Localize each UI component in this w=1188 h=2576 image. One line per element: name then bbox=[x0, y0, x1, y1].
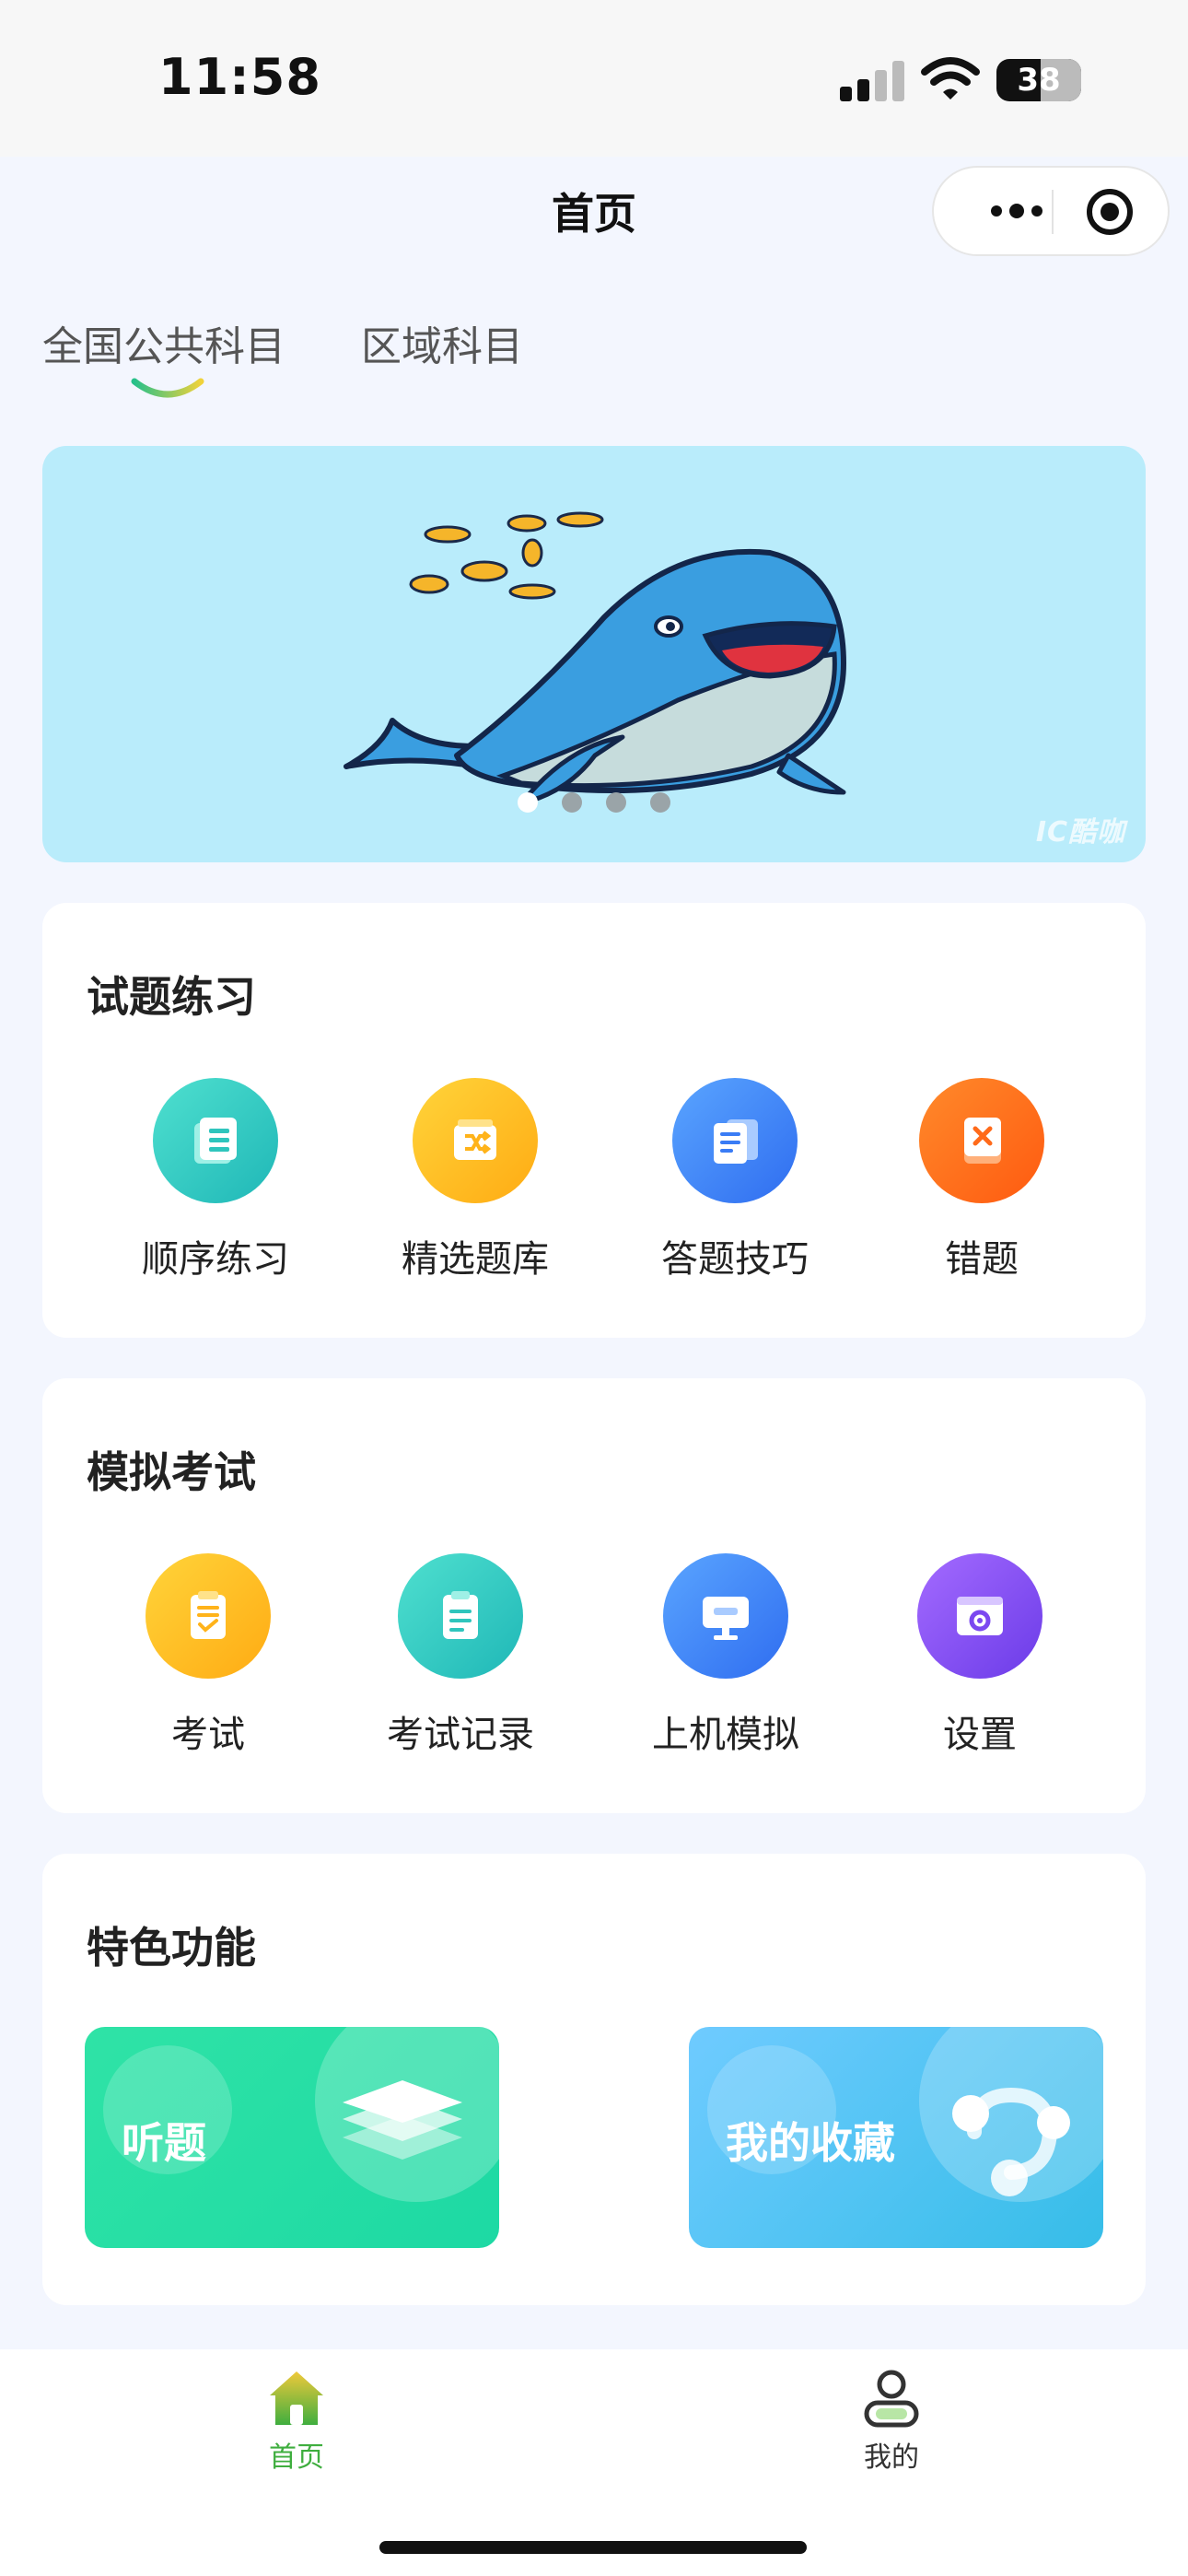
exam-button[interactable]: 考试 bbox=[107, 1553, 309, 1758]
selected-questions-label: 精选题库 bbox=[402, 1238, 549, 1281]
wrong-questions-button[interactable]: 错题 bbox=[880, 1078, 1083, 1282]
tabbar-profile-label: 我的 bbox=[864, 2441, 919, 2474]
answer-tips-button[interactable]: 答题技巧 bbox=[634, 1078, 836, 1282]
practice-card: 试题练习 顺序练习 精选题库 答题技巧 错题 bbox=[42, 903, 1146, 1338]
tabbar-profile[interactable]: 我的 bbox=[818, 2366, 965, 2475]
practice-title: 试题练习 bbox=[87, 972, 256, 1022]
mini-program-capsule bbox=[932, 166, 1170, 256]
monitor-icon bbox=[663, 1553, 788, 1679]
listen-questions-button[interactable]: 听题 bbox=[85, 2027, 499, 2248]
profile-icon bbox=[864, 2370, 919, 2428]
mock-exam-card: 模拟考试 考试 考试记录 上机模拟 设置 bbox=[42, 1378, 1146, 1813]
banner-dot[interactable] bbox=[518, 792, 538, 813]
tab-regional-subjects[interactable]: 区域科目 bbox=[361, 313, 523, 372]
tab-active-indicator bbox=[131, 378, 204, 398]
settings-window-icon bbox=[917, 1553, 1042, 1679]
share-network-icon bbox=[952, 2087, 1070, 2196]
shuffle-icon bbox=[413, 1078, 538, 1203]
settings-label: 设置 bbox=[943, 1714, 1017, 1756]
status-bar: 11:58 38 bbox=[0, 0, 1188, 157]
status-time: 11:58 bbox=[158, 48, 321, 106]
clipboard-icon bbox=[398, 1553, 523, 1679]
battery-icon: 38 bbox=[996, 59, 1081, 101]
tabbar-home[interactable]: 首页 bbox=[223, 2366, 370, 2475]
answer-tips-label: 答题技巧 bbox=[661, 1238, 809, 1281]
tab-national-subjects[interactable]: 全国公共科目 bbox=[42, 313, 285, 372]
layers-icon bbox=[343, 2080, 462, 2160]
tabbar-home-label: 首页 bbox=[269, 2441, 324, 2474]
whale-illustration bbox=[344, 511, 846, 806]
exam-records-label: 考试记录 bbox=[387, 1714, 534, 1756]
banner-dot[interactable] bbox=[606, 792, 626, 813]
list-book-icon bbox=[153, 1078, 278, 1203]
exam-label: 考试 bbox=[171, 1714, 245, 1756]
computer-simulation-label: 上机模拟 bbox=[652, 1714, 799, 1756]
my-favorites-button[interactable]: 我的收藏 bbox=[689, 2027, 1103, 2248]
exam-paper-icon bbox=[146, 1553, 271, 1679]
banner-watermark: IC酷咖 bbox=[1035, 816, 1125, 849]
home-icon bbox=[270, 2371, 323, 2425]
home-indicator[interactable] bbox=[379, 2541, 807, 2554]
mock-exam-title: 模拟考试 bbox=[87, 1447, 256, 1497]
my-favorites-label: 我的收藏 bbox=[726, 2118, 895, 2168]
cellular-signal-icon bbox=[840, 61, 904, 101]
banner-pagination[interactable] bbox=[42, 792, 1146, 813]
target-icon[interactable] bbox=[1087, 189, 1133, 235]
selected-questions-button[interactable]: 精选题库 bbox=[374, 1078, 577, 1282]
capsule-divider bbox=[1052, 190, 1054, 234]
wifi-icon bbox=[921, 57, 980, 100]
features-title: 特色功能 bbox=[87, 1923, 256, 1973]
banner-carousel[interactable]: IC酷咖 bbox=[42, 446, 1146, 862]
computer-simulation-button[interactable]: 上机模拟 bbox=[624, 1553, 827, 1758]
sequential-practice-button[interactable]: 顺序练习 bbox=[114, 1078, 317, 1282]
banner-dot[interactable] bbox=[650, 792, 670, 813]
document-icon bbox=[672, 1078, 798, 1203]
exam-records-button[interactable]: 考试记录 bbox=[359, 1553, 562, 1758]
wrong-book-icon bbox=[919, 1078, 1044, 1203]
battery-level: 38 bbox=[1017, 62, 1061, 99]
settings-button[interactable]: 设置 bbox=[879, 1553, 1081, 1758]
more-dots-icon[interactable] bbox=[971, 168, 1063, 254]
sequential-practice-label: 顺序练习 bbox=[142, 1238, 289, 1281]
wrong-questions-label: 错题 bbox=[945, 1238, 1019, 1281]
listen-questions-label: 听题 bbox=[122, 2118, 206, 2168]
features-card: 特色功能 听题 我的收藏 bbox=[42, 1854, 1146, 2305]
banner-dot[interactable] bbox=[562, 792, 582, 813]
